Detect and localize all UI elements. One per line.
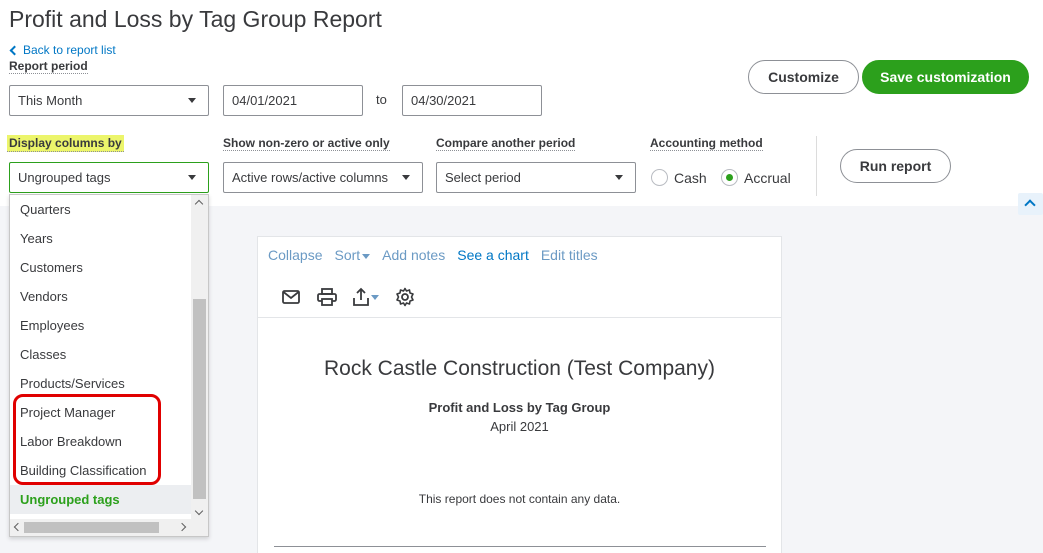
- display-columns-label: Display columns by: [7, 135, 124, 152]
- nonzero-label: Show non-zero or active only: [223, 136, 390, 151]
- sort-label: Sort: [334, 247, 361, 263]
- scroll-up-arrow-icon[interactable]: [194, 199, 204, 209]
- display-columns-value: Ungrouped tags: [18, 170, 111, 185]
- dropdown-option-ungrouped-tags[interactable]: Ungrouped tags: [10, 485, 191, 514]
- settings-panel: Profit and Loss by Tag Group Report Back…: [0, 0, 1043, 206]
- compare-period-select[interactable]: Select period: [436, 162, 636, 193]
- nonzero-select[interactable]: Active rows/active columns: [223, 162, 423, 193]
- accounting-method-label: Accounting method: [650, 136, 763, 151]
- add-notes-link[interactable]: Add notes: [382, 247, 445, 263]
- customize-button[interactable]: Customize: [748, 60, 859, 94]
- radio-checked-icon: [721, 169, 738, 186]
- nonzero-value: Active rows/active columns: [232, 170, 389, 185]
- accrual-radio[interactable]: Accrual: [721, 169, 791, 186]
- display-columns-select[interactable]: Ungrouped tags: [9, 162, 209, 193]
- save-customization-button[interactable]: Save customization: [862, 60, 1029, 94]
- dropdown-option-customers[interactable]: Customers: [10, 253, 191, 282]
- email-icon[interactable]: [280, 286, 302, 308]
- back-to-report-list-link[interactable]: Back to report list: [9, 43, 116, 57]
- toolbar-divider: [258, 317, 781, 318]
- print-icon[interactable]: [316, 286, 338, 308]
- report-period-text: April 2021: [490, 419, 549, 434]
- report-icon-bar: [280, 286, 416, 308]
- report-toolbar: Collapse Sort Add notes See a chart Edit…: [268, 247, 598, 263]
- caret-down-icon: [402, 175, 410, 180]
- empty-report-message: This report does not contain any data.: [418, 492, 621, 506]
- scroll-right-arrow-icon[interactable]: [177, 522, 187, 532]
- export-icon[interactable]: [352, 286, 380, 308]
- see-a-chart-link[interactable]: See a chart: [457, 247, 529, 263]
- dropdown-option-products-services[interactable]: Products/Services: [10, 369, 191, 398]
- edit-titles-link[interactable]: Edit titles: [541, 247, 598, 263]
- dropdown-option-years[interactable]: Years: [10, 224, 191, 253]
- dropdown-option-building-classification[interactable]: Building Classification: [10, 456, 191, 485]
- sort-dropdown[interactable]: Sort: [334, 247, 371, 263]
- cash-radio-label: Cash: [674, 169, 707, 186]
- date-range-to-label: to: [376, 92, 387, 107]
- report-period-value: This Month: [18, 93, 83, 108]
- dropdown-option-quarters[interactable]: Quarters: [10, 195, 191, 224]
- radio-unchecked-icon: [651, 169, 668, 186]
- page-title: Profit and Loss by Tag Group Report: [9, 6, 382, 32]
- dropdown-option-labor-breakdown[interactable]: Labor Breakdown: [10, 427, 191, 456]
- gear-icon[interactable]: [394, 286, 416, 308]
- report-bottom-rule: [274, 546, 766, 547]
- scrollbar-corner: [191, 519, 208, 536]
- scroll-down-arrow-icon[interactable]: [194, 506, 204, 516]
- report-period-select[interactable]: This Month: [9, 85, 209, 116]
- display-columns-dropdown-list[interactable]: Quarters Years Customers Vendors Employe…: [9, 194, 209, 537]
- dropdown-option-project-manager[interactable]: Project Manager: [10, 398, 191, 427]
- date-from-value: 04/01/2021: [232, 93, 298, 108]
- company-name: Rock Castle Construction (Test Company): [324, 357, 715, 380]
- caret-down-icon: [188, 98, 196, 103]
- vertical-scrollbar[interactable]: [191, 195, 208, 520]
- compare-period-label: Compare another period: [436, 136, 576, 151]
- date-to-input[interactable]: 04/30/2021: [402, 85, 542, 116]
- collapse-settings-button[interactable]: [1018, 193, 1043, 215]
- scroll-left-arrow-icon[interactable]: [13, 522, 23, 532]
- report-period-label: Report period: [9, 59, 88, 74]
- collapse-link[interactable]: Collapse: [268, 247, 322, 263]
- chevron-left-icon: [9, 45, 20, 55]
- horizontal-scroll-thumb[interactable]: [24, 522, 159, 533]
- report-title: Profit and Loss by Tag Group: [428, 400, 611, 415]
- chevron-up-icon: [1024, 199, 1036, 211]
- run-report-button[interactable]: Run report: [840, 149, 951, 183]
- caret-down-icon: [615, 175, 623, 180]
- caret-down-icon: [188, 175, 196, 180]
- dropdown-option-employees[interactable]: Employees: [10, 311, 191, 340]
- date-to-value: 04/30/2021: [411, 93, 477, 108]
- dropdown-option-classes[interactable]: Classes: [10, 340, 191, 369]
- dropdown-option-vendors[interactable]: Vendors: [10, 282, 191, 311]
- accrual-radio-label: Accrual: [744, 169, 791, 186]
- report-card: Collapse Sort Add notes See a chart Edit…: [257, 236, 782, 553]
- date-from-input[interactable]: 04/01/2021: [223, 85, 363, 116]
- compare-period-value: Select period: [445, 170, 521, 185]
- back-link-label: Back to report list: [23, 43, 116, 57]
- horizontal-scrollbar[interactable]: [10, 519, 191, 536]
- divider: [816, 136, 817, 196]
- caret-down-icon: [362, 253, 371, 259]
- vertical-scroll-thumb[interactable]: [193, 299, 206, 499]
- cash-radio[interactable]: Cash: [651, 169, 707, 186]
